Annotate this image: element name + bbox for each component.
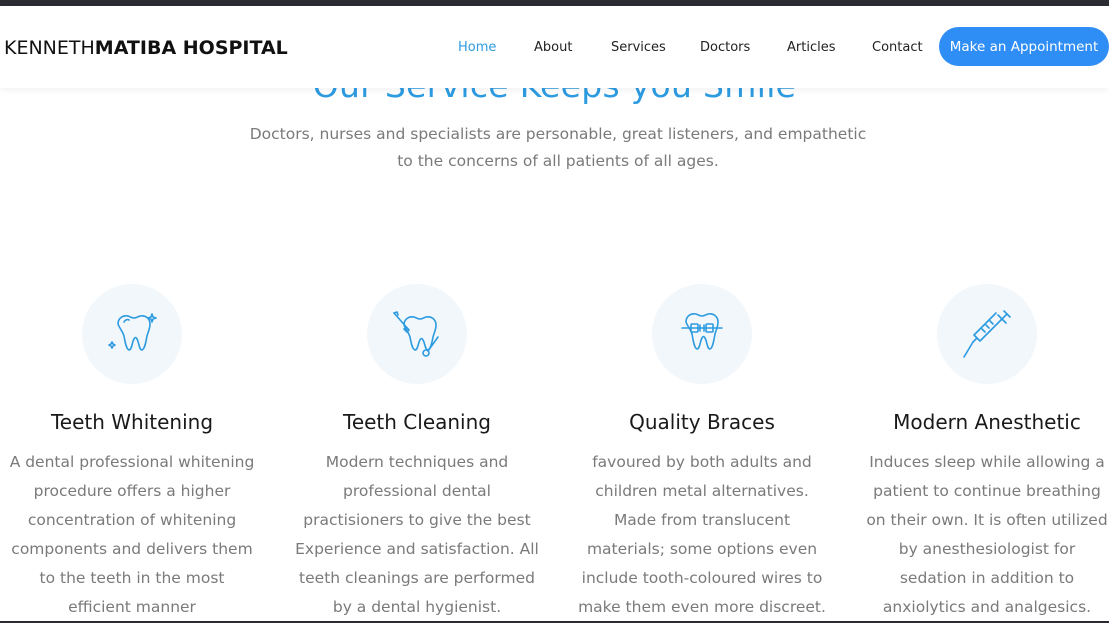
service-description: Induces sleep while allowing a patient t… bbox=[866, 453, 1108, 616]
nav-link-articles[interactable]: Articles bbox=[787, 40, 835, 55]
brand-name-bold: MATIBA HOSPITAL bbox=[94, 37, 288, 59]
service-card-modern-anesthetic: Modern Anesthetic Induces sleep while al… bbox=[863, 284, 1109, 622]
service-title: Modern Anesthetic bbox=[893, 410, 1081, 434]
section-subtitle: Doctors, nurses and specialists are pers… bbox=[249, 125, 867, 170]
service-description: Modern techniques and professional denta… bbox=[295, 453, 539, 616]
service-card-teeth-whitening: Teeth Whitening A dental professional wh… bbox=[8, 284, 256, 622]
service-card-quality-braces: Quality Braces favoured by both adults a… bbox=[578, 284, 826, 622]
make-appointment-button[interactable]: Make an Appointment bbox=[939, 27, 1109, 66]
service-title: Teeth Whitening bbox=[50, 410, 214, 434]
service-icon-badge bbox=[937, 284, 1037, 384]
service-description: A dental professional whitening procedur… bbox=[9, 453, 255, 616]
service-title: Quality Braces bbox=[629, 410, 775, 434]
service-title: Teeth Cleaning bbox=[343, 410, 491, 434]
service-icon-badge bbox=[367, 284, 467, 384]
service-description: favoured by both adults and children met… bbox=[578, 453, 826, 616]
tooth-cleaning-icon bbox=[393, 311, 439, 357]
service-icon-badge bbox=[82, 284, 182, 384]
nav-link-about[interactable]: About bbox=[534, 40, 572, 55]
nav-link-home[interactable]: Home bbox=[458, 40, 496, 55]
tooth-braces-icon bbox=[681, 313, 723, 350]
nav-link-contact[interactable]: Contact bbox=[872, 40, 923, 55]
nav-link-services[interactable]: Services bbox=[611, 40, 666, 55]
navbar: KENNETHMATIBA HOSPITAL Home About Servic… bbox=[0, 6, 1109, 88]
nav-link-doctors[interactable]: Doctors bbox=[700, 40, 750, 55]
syringe-icon bbox=[963, 310, 1011, 358]
brand-name-light: KENNETH bbox=[4, 37, 95, 59]
service-icon-badge bbox=[652, 284, 752, 384]
brand-logo[interactable]: KENNETHMATIBA HOSPITAL bbox=[4, 37, 288, 59]
service-card-teeth-cleaning: Teeth Cleaning Modern techniques and pro… bbox=[293, 284, 541, 622]
tooth-sparkle-icon bbox=[108, 313, 157, 351]
